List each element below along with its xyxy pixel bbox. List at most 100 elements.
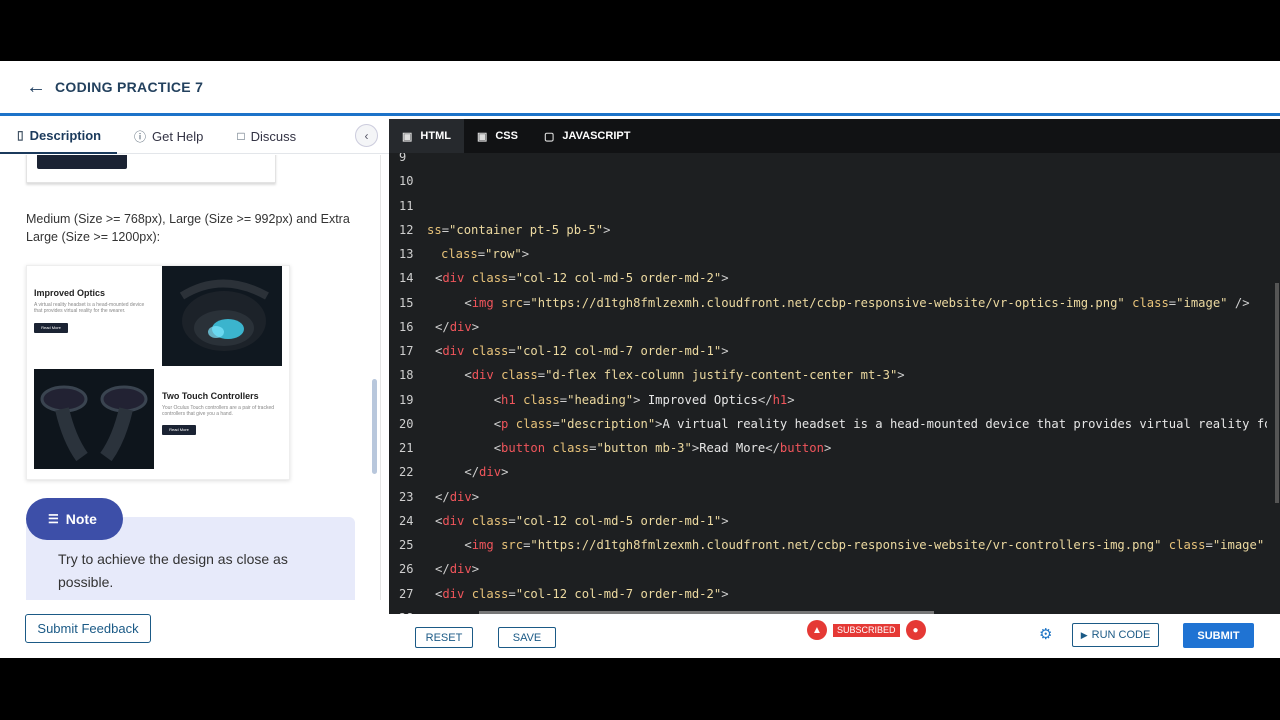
- code-line: 23 </div>: [389, 485, 1280, 509]
- read-more-button-preview: Read More: [37, 155, 127, 169]
- code-line: 26 </div>: [389, 557, 1280, 581]
- submit-feedback-button[interactable]: Submit Feedback: [25, 614, 151, 643]
- code-line: 27 <div class="col-12 col-md-7 order-md-2…: [389, 582, 1280, 606]
- line-number: 14: [399, 271, 414, 285]
- vr-controllers-image: [34, 369, 154, 469]
- code-line: 15 <img src="https://d1tgh8fmlzexmh.clou…: [389, 291, 1280, 315]
- editor-tab-label: HTML: [420, 130, 451, 142]
- note-icon: ☰: [48, 512, 59, 526]
- preview-card-previous: Read More: [26, 155, 276, 183]
- code-line: 18 <div class="d-flex flex-column justif…: [389, 363, 1280, 387]
- description-content: Read More Medium (Size >= 768px), Large …: [0, 155, 381, 600]
- code-line: 22 </div>: [389, 460, 1280, 484]
- collapse-panel-button[interactable]: ‹: [355, 124, 378, 147]
- line-number: 10: [399, 174, 414, 188]
- tab-label: Discuss: [250, 128, 297, 144]
- size-description: Medium (Size >= 768px), Large (Size >= 9…: [26, 212, 350, 244]
- code-line: 10: [389, 169, 1280, 193]
- tab-javascript[interactable]: ▢ JAVASCRIPT: [531, 119, 643, 153]
- line-number: 16: [399, 320, 414, 334]
- arrow-left-icon[interactable]: ←: [26, 77, 46, 97]
- note-label-text: Note: [65, 511, 97, 527]
- editor-tabs: ▣ HTML ▣ CSS ▢ JAVASCRIPT: [389, 119, 1280, 153]
- code-line: 24 <div class="col-12 col-md-5 order-md-1…: [389, 509, 1280, 533]
- subscribed-overlay: ▲ SUBSCRIBED ●: [807, 620, 926, 640]
- reset-button[interactable]: RESET: [415, 627, 473, 648]
- note-text: Try to achieve the design as close as po…: [58, 551, 288, 590]
- tab-discuss[interactable]: □ Discuss: [220, 119, 313, 154]
- left-panel: ▯ Description ⓘ Get Help □ Discuss ‹ Rea…: [0, 119, 389, 658]
- editor-toolbar: RESET SAVE ▲ SUBSCRIBED ● ⚙ ▶ RUN CODE S…: [389, 614, 1280, 658]
- code-line: 13 class="row">: [389, 242, 1280, 266]
- run-code-label: RUN CODE: [1091, 629, 1151, 641]
- document-icon: ▯: [17, 128, 24, 142]
- line-number: 17: [399, 344, 414, 358]
- code-line: 17 <div class="col-12 col-md-7 order-md-1…: [389, 339, 1280, 363]
- preview-text-1: A virtual reality headset is a head-moun…: [34, 302, 145, 314]
- thumbs-up-icon: ▲: [807, 620, 827, 640]
- tab-css[interactable]: ▣ CSS: [464, 119, 531, 153]
- line-number: 23: [399, 490, 414, 504]
- code-line: 12 ss="container pt-5 pb-5">: [389, 218, 1280, 242]
- panel-tabs: ▯ Description ⓘ Get Help □ Discuss ‹: [0, 119, 389, 154]
- js-icon: ▢: [543, 130, 555, 143]
- line-number: 15: [399, 296, 414, 310]
- line-number: 21: [399, 441, 414, 455]
- submit-button[interactable]: SUBMIT: [1183, 623, 1254, 648]
- line-number: 26: [399, 562, 414, 576]
- tab-description[interactable]: ▯ Description: [0, 119, 117, 154]
- chat-icon: □: [237, 129, 245, 143]
- line-number: 24: [399, 514, 414, 528]
- design-preview-image: Improved Optics A virtual reality headse…: [26, 265, 290, 480]
- line-number: 18: [399, 368, 414, 382]
- page-title: CODING PRACTICE 7: [55, 79, 204, 95]
- note-label: ☰ Note: [26, 498, 123, 540]
- preview-heading-2: Two Touch Controllers: [162, 391, 259, 401]
- code-line: 19 <h1 class="heading"> Improved Optics<…: [389, 388, 1280, 412]
- line-number: 12: [399, 223, 414, 237]
- code-line: 20 <p class="description">A virtual real…: [389, 412, 1280, 436]
- code-editor: ▣ HTML ▣ CSS ▢ JAVASCRIPT 9 10 11 12 ss="…: [389, 119, 1280, 614]
- code-line: 11: [389, 194, 1280, 218]
- code-line: 9: [389, 153, 1280, 169]
- question-circle-icon: ⓘ: [134, 129, 147, 144]
- html5-icon: ▣: [402, 130, 413, 143]
- css3-icon: ▣: [476, 130, 488, 143]
- line-number: 13: [399, 247, 414, 261]
- line-number: 27: [399, 587, 414, 601]
- gear-icon[interactable]: ⚙: [1039, 625, 1052, 643]
- tab-get-help[interactable]: ⓘ Get Help: [117, 119, 220, 154]
- line-number: 25: [399, 538, 414, 552]
- line-number: 9: [399, 153, 407, 164]
- app-window: ← CODING PRACTICE 7 ▯ Description ⓘ Get …: [0, 61, 1280, 658]
- line-number: 20: [399, 417, 414, 431]
- code-line: 21 <button class="button mb-3">Read More…: [389, 436, 1280, 460]
- code-line: 14 <div class="col-12 col-md-5 order-md-2…: [389, 266, 1280, 290]
- preview-heading-1: Improved Optics: [34, 288, 106, 298]
- line-number: 11: [399, 199, 414, 213]
- bell-icon: ●: [905, 620, 926, 640]
- description-scrollbar[interactable]: [372, 379, 377, 474]
- subscribed-label: SUBSCRIBED: [833, 623, 900, 637]
- tab-html[interactable]: ▣ HTML: [389, 119, 464, 153]
- line-number: 28: [399, 606, 429, 614]
- tab-label: Description: [29, 127, 102, 143]
- preview-button-1: Read More: [34, 323, 68, 333]
- editor-tab-label: JAVASCRIPT: [562, 130, 631, 142]
- preview-text-2: Your Oculus Touch controllers are a pair…: [162, 405, 275, 417]
- run-code-button[interactable]: ▶ RUN CODE: [1072, 623, 1159, 647]
- editor-tab-label: CSS: [495, 130, 518, 142]
- code-line: 16 </div>: [389, 315, 1280, 339]
- tab-label: Get Help: [152, 128, 204, 144]
- save-button[interactable]: SAVE: [498, 627, 556, 648]
- top-bar: ← CODING PRACTICE 7: [0, 61, 1280, 116]
- code-area[interactable]: 9 10 11 12 ss="container pt-5 pb-5"> 13 cl…: [389, 153, 1280, 614]
- vr-headset-image: [162, 266, 282, 366]
- chevron-left-icon: ‹: [364, 128, 369, 143]
- editor-vertical-scrollbar[interactable]: [1275, 283, 1279, 503]
- code-line: 25 <img src="https://d1tgh8fmlzexmh.clou…: [389, 533, 1280, 557]
- line-number: 22: [399, 465, 414, 479]
- line-number: 19: [399, 393, 414, 407]
- preview-button-2: Read More: [162, 425, 196, 435]
- play-icon: ▶: [1080, 629, 1088, 640]
